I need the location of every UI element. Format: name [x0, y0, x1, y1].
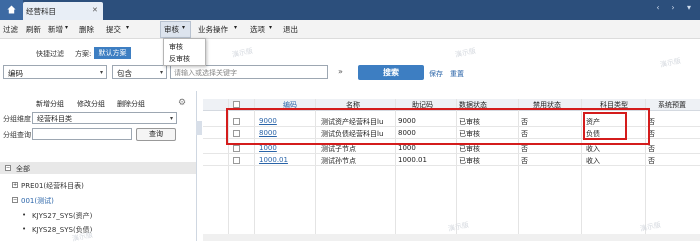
edit-group-button[interactable]: 修改分组: [77, 99, 105, 109]
collapse-node-icon[interactable]: −: [12, 197, 18, 203]
gear-icon[interactable]: ⚙: [178, 98, 186, 108]
scheme-label: 方案:: [75, 50, 92, 58]
watermark: 演示版: [659, 56, 682, 70]
highlight-box-type: [583, 112, 627, 140]
keyword-placeholder: 请输入或选择关键字: [174, 69, 237, 77]
refresh-button[interactable]: 刷新: [26, 24, 41, 35]
toolbar: [0, 20, 700, 39]
watermark: 演示版: [447, 220, 470, 234]
audit-dropdown-menu: 审核 反审核: [163, 38, 206, 66]
quick-filter-label: 快捷过滤: [36, 50, 64, 58]
watermark: 演示版: [454, 46, 477, 60]
row-disabled: 否: [521, 145, 528, 153]
row-mnemonic: 1000.01: [398, 156, 427, 164]
row-data-status: 已审核: [459, 145, 480, 153]
expand-icon[interactable]: »: [338, 67, 343, 76]
tree-node-001[interactable]: 001(测试): [21, 196, 54, 206]
chevron-down-icon: ▾: [169, 115, 173, 122]
tree-root[interactable]: 全部: [16, 164, 30, 174]
panel-divider: [196, 91, 197, 241]
delete-group-button[interactable]: 删除分组: [117, 99, 145, 109]
scroll-left-icon[interactable]: ‹: [652, 3, 664, 15]
tree-bullet: •: [22, 211, 27, 219]
close-icon[interactable]: ✕: [92, 6, 98, 14]
chevron-down-icon[interactable]: ▾: [65, 24, 68, 31]
home-icon: [7, 5, 16, 14]
exit-button[interactable]: 退出: [283, 24, 298, 35]
row-disabled: 否: [521, 157, 528, 165]
row-data-status: 已审核: [459, 157, 480, 165]
watermark: 演示版: [231, 46, 254, 60]
group-dimension-select[interactable]: 经营科目类 ▾: [32, 112, 177, 124]
audit-button[interactable]: 审核: [164, 24, 179, 35]
chevron-down-icon[interactable]: ▾: [269, 24, 272, 31]
reset-link[interactable]: 重置: [450, 69, 464, 79]
menu-item-audit[interactable]: 审核: [169, 42, 183, 52]
group-dimension-label: 分组维度: [3, 115, 31, 123]
keyword-input[interactable]: 请输入或选择关键字: [170, 65, 328, 79]
row-type: 收入: [586, 145, 600, 153]
chevron-down-icon[interactable]: ▾: [182, 24, 185, 31]
filter-button[interactable]: 过滤: [3, 24, 18, 35]
table-row[interactable]: 1000.01 测试孙节点 1000.01 已审核 否 收入 否: [203, 155, 700, 166]
tree-node-pre01[interactable]: PRE01(经营科目表): [21, 181, 84, 191]
group-query-input[interactable]: [32, 128, 132, 140]
chevron-down-icon: ▾: [159, 69, 163, 76]
search-button[interactable]: 搜索: [358, 65, 424, 80]
business-ops-button[interactable]: 业务操作: [198, 24, 228, 35]
tab-bar: 经营科目 ✕ ‹ › ▾: [0, 0, 700, 20]
add-group-button[interactable]: 新增分组: [36, 99, 64, 109]
chevron-down-icon[interactable]: ▾: [234, 24, 237, 31]
group-dimension-value: 经营科目类: [37, 115, 72, 123]
row-name: 测试子节点: [321, 145, 356, 153]
tab-label: 经营科目: [26, 7, 56, 16]
row-checkbox[interactable]: [233, 145, 240, 152]
watermark: 演示版: [639, 220, 662, 234]
chevron-down-icon[interactable]: ▾: [126, 24, 129, 31]
expand-node-icon[interactable]: +: [12, 182, 18, 188]
row-mnemonic: 1000: [398, 144, 416, 152]
query-button[interactable]: 查询: [136, 128, 176, 141]
filter-operator-value: 包含: [117, 69, 132, 78]
add-button[interactable]: 新增: [48, 24, 63, 35]
horizontal-scrollbar[interactable]: [203, 234, 700, 241]
tree-bullet: •: [22, 225, 27, 233]
tab-operating-accounts[interactable]: 经营科目 ✕: [23, 2, 103, 20]
options-button[interactable]: 选项: [250, 24, 265, 35]
row-preset: 否: [648, 145, 655, 153]
tab-list-icon[interactable]: ▾: [683, 3, 695, 15]
default-scheme-button[interactable]: 默认方案: [94, 47, 131, 59]
row-code[interactable]: 1000: [259, 144, 277, 152]
tree-node-kjys27[interactable]: KJYS27_SYS(资产): [32, 211, 92, 221]
filter-operator-select[interactable]: 包含 ▾: [112, 65, 167, 79]
delete-button[interactable]: 删除: [79, 24, 94, 35]
row-name: 测试孙节点: [321, 157, 356, 165]
scroll-right-icon[interactable]: ›: [667, 3, 679, 15]
row-preset: 否: [648, 157, 655, 165]
chevron-down-icon: ▾: [99, 69, 103, 76]
save-scheme-link[interactable]: 保存: [429, 69, 443, 79]
filter-field-value: 编码: [8, 69, 23, 78]
menu-item-unaudit[interactable]: 反审核: [169, 54, 190, 64]
row-type: 收入: [586, 157, 600, 165]
row-code[interactable]: 1000.01: [259, 156, 288, 164]
column-header-preset[interactable]: 系统预置: [658, 100, 686, 110]
select-all-checkbox[interactable]: [233, 101, 240, 108]
submit-button[interactable]: 提交: [106, 24, 121, 35]
home-button[interactable]: [0, 0, 23, 20]
collapse-panel-handle[interactable]: [196, 121, 202, 135]
filter-field-select[interactable]: 编码 ▾: [3, 65, 107, 79]
row-checkbox[interactable]: [233, 157, 240, 164]
group-query-label: 分组查询: [3, 131, 31, 139]
collapse-icon[interactable]: −: [5, 165, 11, 171]
